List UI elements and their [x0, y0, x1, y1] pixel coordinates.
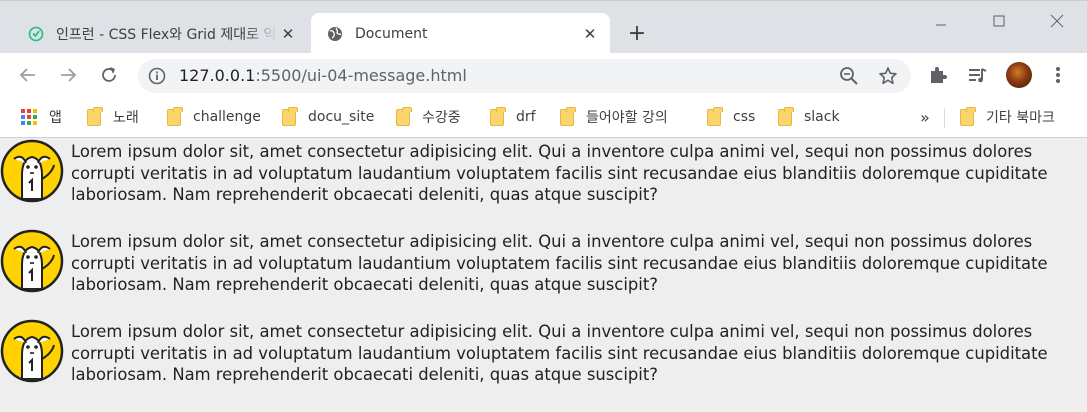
bookmark-label: 수강중: [422, 110, 461, 126]
character-avatar-icon: [0, 319, 64, 383]
back-icon[interactable]: [14, 61, 42, 89]
character-avatar-icon: [0, 139, 64, 203]
browser-toolbar: 127.0.0.1:5500/ui-04-message.html: [0, 53, 1087, 98]
reload-icon[interactable]: [95, 61, 123, 89]
bookmark-label: 들어야할 강의: [586, 110, 668, 126]
bookmark-label: 노래: [113, 110, 139, 126]
folder-icon: [396, 106, 412, 126]
bookmark-folder[interactable]: css: [707, 106, 756, 127]
site-info-icon[interactable]: [148, 67, 166, 85]
tab-inflearn[interactable]: 인프런 - CSS Flex와 Grid 제대로 익히기 ✕: [12, 13, 308, 54]
inflearn-icon: [28, 26, 44, 42]
profile-avatar[interactable]: [1006, 62, 1032, 88]
bookmark-folder[interactable]: 수강중: [396, 106, 461, 127]
bookmark-folder[interactable]: docu_site: [282, 106, 375, 127]
folder-icon: [87, 106, 103, 126]
url-path: :5500/ui-04-message.html: [255, 66, 467, 85]
folder-icon: [560, 106, 576, 126]
globe-icon: [327, 26, 343, 42]
bookmark-folder[interactable]: 들어야할 강의: [560, 106, 668, 127]
bookmark-folder[interactable]: slack: [778, 106, 840, 127]
bookmark-label: challenge: [193, 109, 261, 125]
folder-icon: [282, 106, 298, 126]
address-bar[interactable]: 127.0.0.1:5500/ui-04-message.html: [138, 59, 911, 93]
close-tab-icon[interactable]: ✕: [278, 24, 298, 44]
bookmark-label: 기타 북마크: [986, 110, 1055, 126]
tab-title: 인프런 - CSS Flex와 Grid 제대로 익히기: [56, 26, 278, 43]
message-item: Lorem ipsum dolor sit, amet consectetur …: [0, 319, 1087, 385]
forward-icon[interactable]: [54, 61, 82, 89]
bookmark-label: drf: [516, 109, 536, 125]
message-text: Lorem ipsum dolor sit, amet consectetur …: [71, 322, 1048, 384]
character-avatar-icon: [0, 229, 64, 293]
zoom-icon[interactable]: [838, 65, 860, 87]
bookmark-folder[interactable]: challenge: [167, 106, 261, 127]
tab-document[interactable]: Document ✕: [311, 13, 610, 54]
bookmarks-overflow-icon[interactable]: »: [920, 108, 930, 127]
bookmark-label: slack: [804, 109, 840, 125]
media-control-icon[interactable]: [965, 63, 989, 87]
folder-icon: [167, 106, 183, 126]
tab-title: Document: [355, 25, 428, 42]
folder-icon: [707, 106, 723, 126]
bookmark-folder[interactable]: drf: [490, 106, 536, 127]
bookmark-apps[interactable]: 앱: [21, 107, 62, 127]
bookmarks-divider: [944, 108, 945, 128]
bookmarks-bar: 앱 노래 challenge docu_site 수강중 drf 들어야할 강의…: [0, 98, 1087, 138]
url-host: 127.0.0.1: [179, 66, 256, 85]
bookmark-star-icon[interactable]: [877, 65, 899, 87]
close-tab-icon[interactable]: ✕: [580, 24, 600, 44]
apps-grid-icon: [21, 109, 37, 125]
bookmark-label: docu_site: [308, 109, 375, 125]
bookmark-label: 앱: [49, 110, 62, 126]
bookmark-other-folder[interactable]: 기타 북마크: [960, 106, 1055, 127]
bookmark-folder[interactable]: 노래: [87, 106, 139, 127]
url-text: 127.0.0.1:5500/ui-04-message.html: [179, 66, 467, 85]
page-content: Lorem ipsum dolor sit, amet consectetur …: [0, 139, 1087, 412]
extensions-icon[interactable]: [926, 63, 950, 87]
folder-icon: [778, 106, 794, 126]
bookmark-label: css: [733, 109, 756, 125]
tab-strip: 인프런 - CSS Flex와 Grid 제대로 익히기 ✕ Document …: [0, 0, 1087, 54]
message-text: Lorem ipsum dolor sit, amet consectetur …: [71, 142, 1048, 204]
message-text: Lorem ipsum dolor sit, amet consectetur …: [71, 232, 1048, 294]
folder-icon: [490, 106, 506, 126]
menu-icon[interactable]: [1046, 63, 1070, 87]
folder-icon: [960, 106, 976, 126]
message-item: Lorem ipsum dolor sit, amet consectetur …: [0, 229, 1087, 295]
window-close-icon[interactable]: [1034, 7, 1080, 35]
message-item: Lorem ipsum dolor sit, amet consectetur …: [0, 139, 1087, 205]
minimize-icon[interactable]: [918, 7, 964, 35]
maximize-icon[interactable]: [976, 7, 1022, 35]
new-tab-icon[interactable]: +: [625, 21, 649, 46]
